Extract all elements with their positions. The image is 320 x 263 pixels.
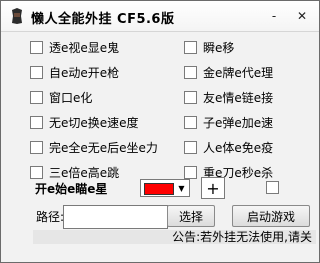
close-button[interactable]: ✕ bbox=[293, 7, 311, 25]
window-title: 懒人全能外挂 CF5.6版 bbox=[31, 12, 175, 27]
checkbox-label: 金e牌e代e理 bbox=[203, 65, 274, 80]
color-swatch bbox=[144, 183, 174, 195]
checkbox-immune[interactable]: 人e体e免e疫 bbox=[184, 139, 273, 155]
checkbox-label: 无e切e换e速e度 bbox=[49, 115, 139, 130]
crosshair-label: 开e始e瞄e星 bbox=[35, 182, 108, 196]
checkbox-gold-agent[interactable]: 金e牌e代e理 bbox=[184, 64, 273, 80]
chevron-down-icon[interactable]: ▼ bbox=[175, 181, 188, 195]
checkbox-box[interactable] bbox=[30, 140, 43, 154]
checkbox-box[interactable] bbox=[184, 140, 197, 154]
checkbox-teleport[interactable]: 瞬e移 bbox=[184, 39, 234, 55]
checkbox-box[interactable] bbox=[30, 65, 43, 79]
checkbox-label: 人e体e免e疫 bbox=[203, 140, 274, 155]
checkbox-no-recoil[interactable]: 完e全e无e后e坐e力 bbox=[30, 139, 158, 155]
checkbox-label: 窗口e化 bbox=[49, 90, 93, 105]
minimize-button[interactable]: - bbox=[265, 7, 283, 25]
checkbox-label: 瞬e移 bbox=[203, 40, 235, 55]
checkbox-box[interactable] bbox=[184, 65, 197, 79]
checkbox-auto-fire[interactable]: 自e动e开e枪 bbox=[30, 64, 119, 80]
checkbox-friend-link[interactable]: 友e情e链e接 bbox=[184, 89, 273, 105]
checkbox-box[interactable] bbox=[184, 90, 197, 104]
checkbox-windowed[interactable]: 窗口e化 bbox=[30, 89, 92, 105]
checkbox-box[interactable] bbox=[184, 115, 197, 129]
checkbox-box[interactable] bbox=[30, 165, 43, 179]
plus-icon: + bbox=[206, 178, 220, 198]
checkbox-label: 透e视e显e鬼 bbox=[49, 40, 120, 55]
color-dropdown[interactable]: ▼ bbox=[140, 179, 190, 197]
app-logo-icon bbox=[9, 7, 25, 25]
notice-bar: 公告:若外挂无法使用,请关 bbox=[33, 230, 316, 244]
checkbox-triple-jump[interactable]: 三e倍e高e跳 bbox=[30, 164, 119, 180]
checkbox-no-switch-speed[interactable]: 无e切e换e速e度 bbox=[30, 114, 139, 130]
checkbox-label: 自e动e开e枪 bbox=[49, 65, 120, 80]
checkbox-label: 完e全e无e后e坐e力 bbox=[49, 140, 158, 155]
checkbox-box[interactable] bbox=[184, 165, 197, 179]
checkbox-bullet-speed[interactable]: 子e弹e加e速 bbox=[184, 114, 273, 130]
checkbox-box[interactable] bbox=[30, 40, 43, 54]
checkbox-knife-kill[interactable]: 重e刀e秒e杀 bbox=[184, 164, 273, 180]
checkbox-box[interactable] bbox=[184, 40, 197, 54]
start-game-button[interactable]: 启动游戏 bbox=[232, 205, 310, 227]
path-input[interactable] bbox=[63, 205, 168, 229]
path-label: 路径: bbox=[36, 210, 65, 224]
checkbox-label: 子e弹e加e速 bbox=[203, 115, 274, 130]
checkbox-label: 三e倍e高e跳 bbox=[49, 165, 120, 180]
checkbox-label: 友e情e链e接 bbox=[203, 90, 274, 105]
checkbox-box[interactable] bbox=[30, 90, 43, 104]
checkbox-box[interactable] bbox=[30, 115, 43, 129]
crosshair-checkbox[interactable] bbox=[266, 181, 279, 194]
select-button[interactable]: 选择 bbox=[167, 205, 215, 227]
title-bar: 懒人全能外挂 CF5.6版 - ✕ bbox=[1, 1, 319, 32]
checkbox-see-ghost[interactable]: 透e视e显e鬼 bbox=[30, 39, 119, 55]
crosshair-plus-button[interactable]: + bbox=[201, 177, 225, 199]
